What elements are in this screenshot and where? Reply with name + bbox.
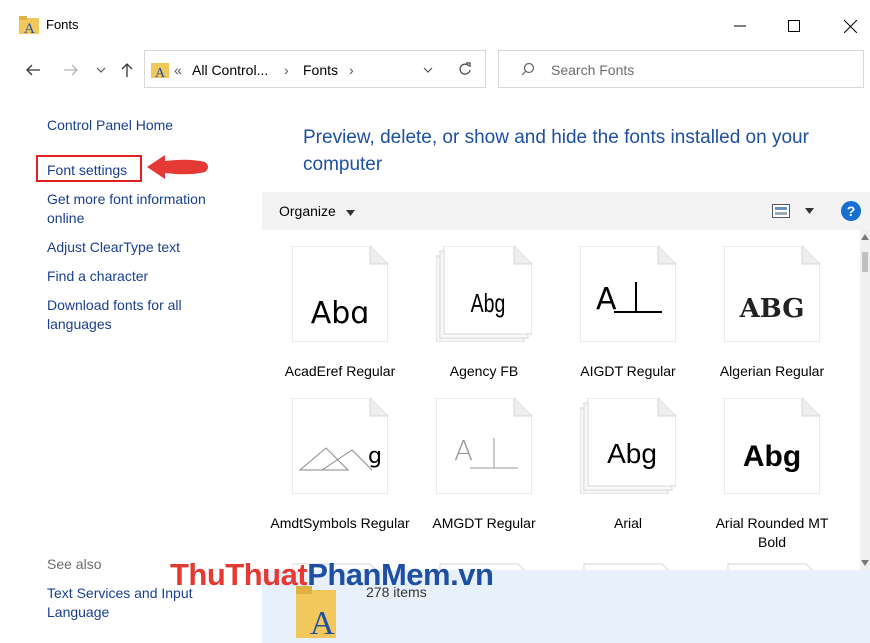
forward-arrow-icon [64,64,78,76]
up-arrow-icon [121,63,133,77]
search-icon [521,62,535,76]
red-arrow-icon [147,155,208,179]
back-arrow-icon [26,64,40,76]
breadcrumb-fonts[interactable]: Fonts [303,62,338,78]
help-button[interactable]: ? [841,201,861,221]
font-sample: Abg [742,440,802,473]
font-name: Agency FB [449,363,519,379]
vertical-scrollbar[interactable] [860,230,870,570]
svg-text:A: A [310,605,335,638]
font-sample: ABG [739,294,805,324]
minimize-icon [734,25,746,27]
forward-button[interactable] [60,58,82,82]
font-sample: Abg [470,288,506,318]
close-icon [843,19,857,33]
svg-text:A: A [155,66,166,80]
font-sample: A [596,282,617,317]
scroll-up-icon[interactable] [861,234,869,240]
address-bar[interactable]: A « All Control... › Fonts › [144,50,486,88]
font-name: AMGDT Regular [432,515,536,531]
font-tile[interactable]: Abg Agency FB [414,230,554,380]
search-box[interactable]: Search Fonts [498,50,864,88]
up-button[interactable] [116,58,138,82]
view-icon[interactable] [772,204,790,218]
font-sample: A [454,434,474,467]
font-page-icon [580,246,676,342]
fonts-folder-icon: A [19,16,39,36]
font-name: AmdtSymbols Regular [270,515,410,531]
watermark-part: ThuThuat [170,557,308,592]
sidebar-item-more-font-info[interactable]: Get more font information online [47,190,237,228]
organize-label: Organize [279,203,336,219]
scroll-down-icon[interactable] [861,560,869,566]
watermark-part: .vn [450,557,494,592]
sidebar-item-font-settings[interactable]: Font settings [47,161,127,180]
close-button[interactable] [828,10,870,42]
maximize-icon [788,20,800,32]
font-grid: Abɑ AcadEref Regular Abg Agency FB A AIG… [262,230,860,570]
font-tile[interactable]: A AIGDT Regular [558,230,698,380]
breadcrumb-arrow[interactable]: › [349,62,354,78]
sidebar-item-control-panel-home[interactable]: Control Panel Home [47,116,173,135]
minimize-button[interactable] [718,10,762,42]
font-name: AcadEref Regular [284,363,396,379]
organize-menu[interactable]: Organize [279,203,355,219]
font-sample: g [368,444,382,469]
page-headline: Preview, delete, or show and hide the fo… [303,127,809,175]
font-tile[interactable]: A AMGDT Regular [414,382,554,532]
search-input[interactable]: Search Fonts [551,62,634,78]
watermark-logo: ThuThuatPhanMem.vn [170,557,494,593]
title-bar: A Fonts [0,0,870,50]
font-page-icon [436,398,532,494]
font-tile[interactable]: Abɑ AcadEref Regular [270,230,410,380]
sidebar-item-download-fonts[interactable]: Download fonts for all languages [47,296,217,334]
recent-locations-button[interactable] [90,58,112,82]
svg-text:A: A [24,21,35,36]
font-name: Algerian Regular [719,363,825,379]
sidebar-item-cleartype[interactable]: Adjust ClearType text [47,238,180,257]
font-name: AIGDT Regular [580,363,676,379]
command-bar: Organize ? [262,192,870,230]
font-name: Arial [613,515,642,531]
breadcrumb-control-panel[interactable]: All Control... [192,62,268,78]
address-dropdown-icon[interactable] [423,66,433,74]
maximize-button[interactable] [772,10,816,42]
breadcrumb-arrow[interactable]: › [284,62,289,78]
see-also-heading: See also [47,556,102,572]
window-title: Fonts [46,17,79,32]
fonts-folder-icon: A [151,63,169,80]
font-name: Arial Rounded MT Bold [715,515,829,550]
view-dropdown-icon[interactable] [805,208,814,214]
font-tile[interactable]: ABG Algerian Regular [702,230,842,380]
breadcrumb-overflow[interactable]: « [174,62,182,78]
back-button[interactable] [22,58,44,82]
scrollbar-thumb[interactable] [862,252,868,272]
watermark-part: PhanMem [307,557,451,592]
caret-down-icon [345,210,355,216]
font-tile[interactable]: Abg Arial [558,382,698,532]
font-sample: Abɑ [310,296,370,331]
chevron-down-icon [96,67,106,73]
font-tile[interactable]: g AmdtSymbols Regular [270,382,410,532]
font-sample: Abg [607,438,657,469]
sidebar-item-find-character[interactable]: Find a character [47,267,148,286]
font-tile[interactable]: Abg Arial Rounded MT Bold [702,382,842,550]
refresh-icon[interactable] [458,62,472,76]
address-row: A « All Control... › Fonts › Search Font… [0,50,870,90]
